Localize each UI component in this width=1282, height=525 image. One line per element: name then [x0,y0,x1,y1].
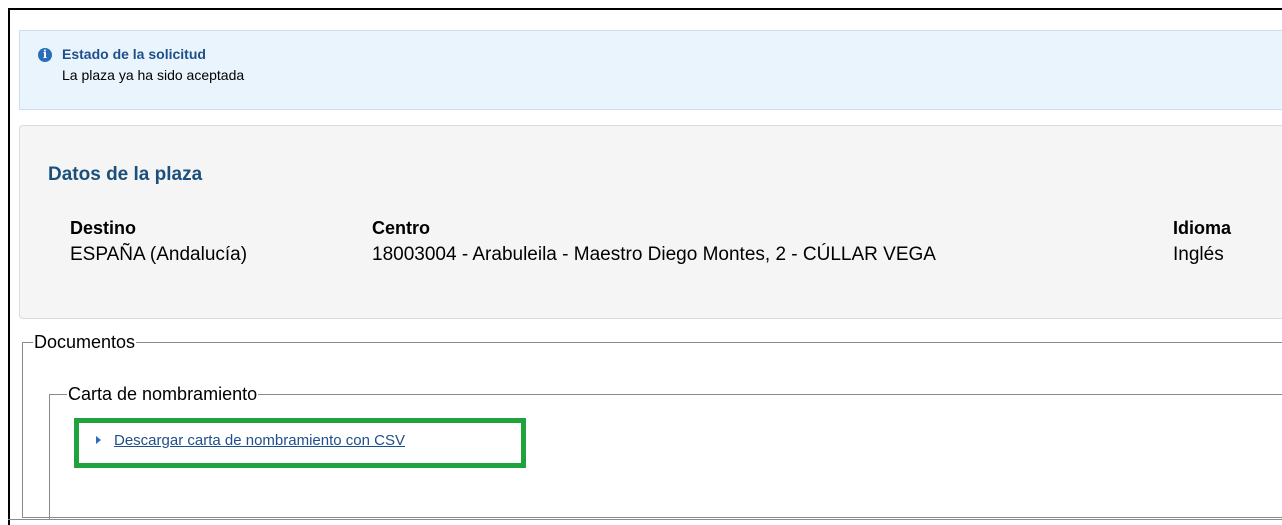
download-carta-link[interactable]: Descargar carta de nombramiento con CSV [114,432,405,449]
documentos-legend: Documentos [34,332,136,352]
plaza-panel: Datos de la plaza Destino ESPAÑA (Andalu… [19,125,1282,319]
idioma-value: Inglés [1173,244,1224,265]
alert-text: La plaza ya ha sido aceptada [62,67,245,83]
idioma-label: Idioma [1173,218,1232,238]
alert-title: Estado de la solicitud [62,46,206,62]
plaza-title: Datos de la plaza [48,164,203,185]
download-link-row[interactable]: Descargar carta de nombramiento con CSV [96,432,405,449]
bottom-divider [8,519,1282,520]
caret-right-icon [96,436,101,445]
carta-legend: Carta de nombramiento [68,384,258,404]
centro-label: Centro [372,218,430,238]
info-icon: i [38,48,52,62]
destino-value: ESPAÑA (Andalucía) [70,244,248,265]
destino-label: Destino [70,218,137,238]
centro-value: 18003004 - Arabuleila - Maestro Diego Mo… [372,244,936,265]
status-alert: i Estado de la solicitud La plaza ya ha … [19,30,1282,110]
